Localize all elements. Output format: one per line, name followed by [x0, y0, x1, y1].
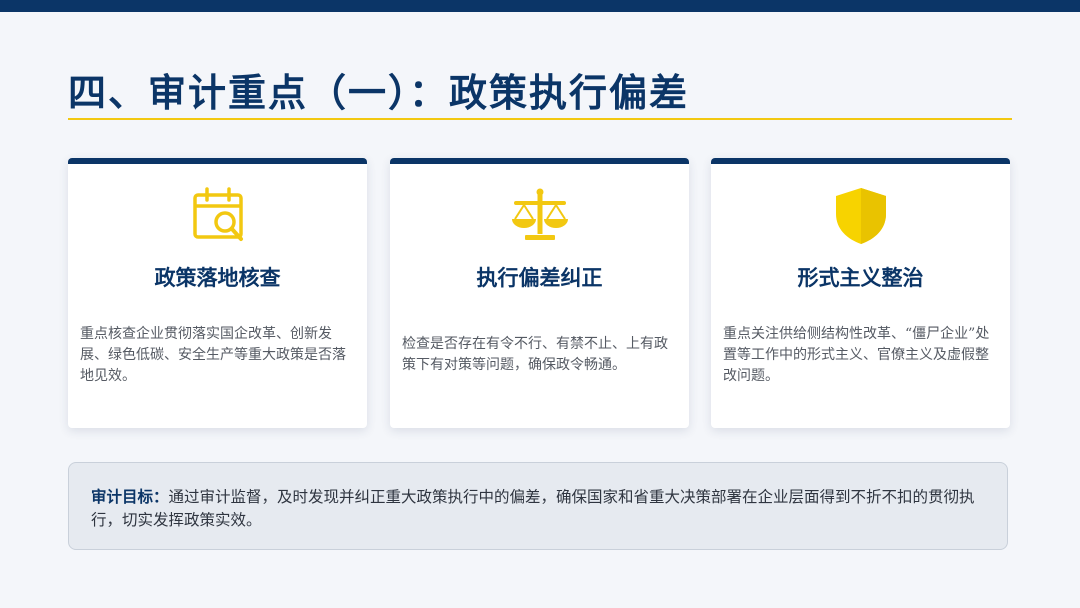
- card-description: 检查是否存在有令不行、有禁不止、上有政策下有对策等问题，确保政令畅通。: [402, 336, 668, 373]
- calendar-search-icon: [188, 186, 248, 246]
- audit-goal-text: 审计目标：通过审计监督，及时发现并纠正重大政策执行中的偏差，确保国家和省重大决策…: [91, 485, 987, 532]
- card-title: 形式主义整治: [797, 265, 924, 290]
- audit-goal-box: 审计目标：通过审计监督，及时发现并纠正重大政策执行中的偏差，确保国家和省重大决策…: [68, 462, 1008, 550]
- card-top-bar: [68, 158, 367, 164]
- top-accent-bar: [0, 0, 1080, 12]
- card-top-bar: [711, 158, 1010, 164]
- title-underline: [68, 118, 1012, 120]
- card-title: 执行偏差纠正: [476, 265, 603, 290]
- shield-icon: [831, 186, 891, 246]
- card-formalism-rectification: 形式主义整治 重点关注供给侧结构性改革、“僵尸企业”处置等工作中的形式主义、官僚…: [711, 158, 1010, 428]
- card-deviation-correction: 执行偏差纠正 检查是否存在有令不行、有禁不止、上有政策下有对策等问题，确保政令畅…: [390, 158, 689, 428]
- card-description: 重点关注供给侧结构性改革、“僵尸企业”处置等工作中的形式主义、官僚主义及虚假整改…: [723, 326, 990, 384]
- card-policy-implementation-check: 政策落地核查 重点核查企业贯彻落实国企改革、创新发展、绿色低碳、安全生产等重大政…: [68, 158, 367, 428]
- card-top-bar: [390, 158, 689, 164]
- card-title: 政策落地核查: [154, 265, 281, 290]
- page-title: 四、审计重点（一）：政策执行偏差: [68, 70, 690, 115]
- audit-goal-content: 通过审计监督，及时发现并纠正重大政策执行中的偏差，确保国家和省重大决策部署在企业…: [91, 488, 975, 529]
- audit-goal-label: 审计目标：: [91, 487, 169, 506]
- card-description: 重点核查企业贯彻落实国企改革、创新发展、绿色低碳、安全生产等重大政策是否落地见效…: [80, 326, 346, 384]
- scale-balance-icon: [510, 186, 570, 246]
